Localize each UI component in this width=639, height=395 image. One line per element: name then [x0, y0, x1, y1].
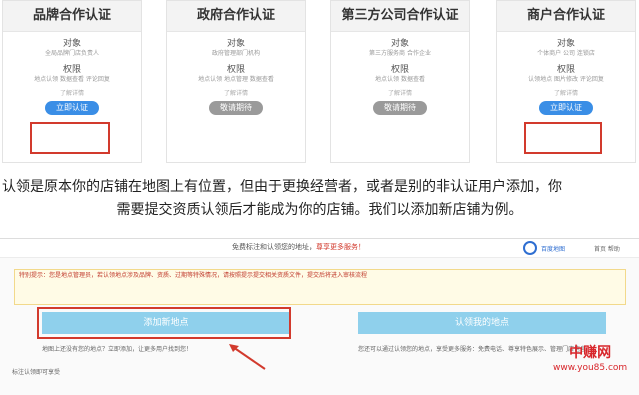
warning-text: 特别提示：您是地点管理员，若认领地点涉及品牌、资质、过期等特殊情况，请按照提示提…: [19, 272, 368, 279]
warning-box: 特别提示：您是地点管理员，若认领地点涉及品牌、资质、过期等特殊情况，请按照提示提…: [14, 269, 626, 305]
card-permission-label: 权限: [390, 65, 409, 75]
card-permission-desc: 地点认领 地点管理 数据查看: [198, 76, 274, 83]
site-watermark: 中赚网 www.you85.com: [553, 342, 627, 373]
card-third-party-auth: 第三方公司合作认证 对象 第三方服务商 合作企业 权限 地点认领 数据查看 了解…: [330, 0, 470, 163]
card-object-desc: 政府管理部门机构: [211, 50, 260, 57]
paragraph-line-1: 认领是原本你的店铺在地图上有位置，但由于更换经营者，或者是别的非认证用户添加，你: [2, 179, 562, 195]
learn-more-link[interactable]: 了解详情: [331, 88, 469, 97]
highlight-box: [524, 122, 602, 154]
explanation-paragraph: 认领是原本你的店铺在地图上有位置，但由于更换经营者，或者是别的非认证用户添加，你…: [0, 176, 639, 222]
certify-now-button[interactable]: 立即认证: [539, 101, 593, 115]
paragraph-line-2: 需要提交资质认领后才能成为你的店铺。我们以添加新店铺为例。: [116, 202, 523, 218]
logo-text: 百度地图: [541, 246, 566, 253]
red-arrow-icon: [229, 344, 266, 370]
card-permission-desc: 认领地点 图片修改 评论回复: [528, 76, 604, 83]
highlight-box: [30, 122, 110, 154]
add-place-note: 地图上还没有您的地点？立即添加，让更多用户找到您！: [42, 346, 193, 353]
coming-soon-button: 敬请期待: [209, 101, 263, 115]
card-object-label: 对象: [556, 39, 575, 49]
claim-place-note: 您还可以通过认领您的地点，享受更多服务：免费电话、尊享特色展示、管理门店信息: [358, 346, 587, 353]
card-title: 商户合作认证: [497, 1, 635, 32]
card-object-desc: 第三方服务商 合作企业: [369, 50, 431, 57]
card-title: 品牌合作认证: [3, 1, 141, 32]
learn-more-link[interactable]: 了解详情: [3, 88, 141, 97]
coming-soon-button: 敬请期待: [373, 101, 427, 115]
screenshot-header: 免费标注和认领您的地址，尊享更多服务！ 百度地图 首页 帮助: [0, 239, 639, 258]
card-object-label: 对象: [62, 39, 81, 49]
card-permission-desc: 地点认领 数据查看: [375, 76, 425, 83]
header-links[interactable]: 首页 帮助: [594, 244, 620, 253]
auth-cards-row: 品牌合作认证 对象 全局品牌门店负责人 权限 地点认领 数据查看 评论回复 了解…: [0, 0, 639, 165]
card-object-label: 对象: [226, 39, 245, 49]
card-title: 政府合作认证: [167, 1, 305, 32]
map-logo-icon: [523, 241, 537, 255]
header-notice: 免费标注和认领您的地址，尊享更多服务！: [232, 243, 365, 251]
highlight-box: [37, 307, 291, 339]
watermark-title: 中赚网: [569, 345, 612, 361]
card-object-desc: 全局品牌门店负责人: [44, 50, 99, 57]
learn-more-link[interactable]: 了解详情: [167, 88, 305, 97]
certify-now-button[interactable]: 立即认证: [45, 101, 99, 115]
card-object-desc: 个体商户 公司 连锁店: [537, 50, 595, 57]
learn-more-link[interactable]: 了解详情: [497, 88, 635, 97]
card-permission-desc: 地点认领 数据查看 评论回复: [34, 76, 110, 83]
card-permission-label: 权限: [226, 65, 245, 75]
card-object-label: 对象: [390, 39, 409, 49]
card-permission-label: 权限: [556, 65, 575, 75]
claim-my-place-button[interactable]: 认领我的地点: [358, 312, 606, 334]
card-permission-label: 权限: [62, 65, 81, 75]
bottom-note: 标注认领即可享受: [12, 369, 61, 376]
card-government-auth: 政府合作认证 对象 政府管理部门机构 权限 地点认领 地点管理 数据查看 了解详…: [166, 0, 306, 163]
card-title: 第三方公司合作认证: [331, 1, 469, 32]
watermark-url: www.you85.com: [553, 363, 628, 373]
embedded-screenshot: 免费标注和认领您的地址，尊享更多服务！ 百度地图 首页 帮助 特别提示：您是地点…: [0, 238, 639, 395]
